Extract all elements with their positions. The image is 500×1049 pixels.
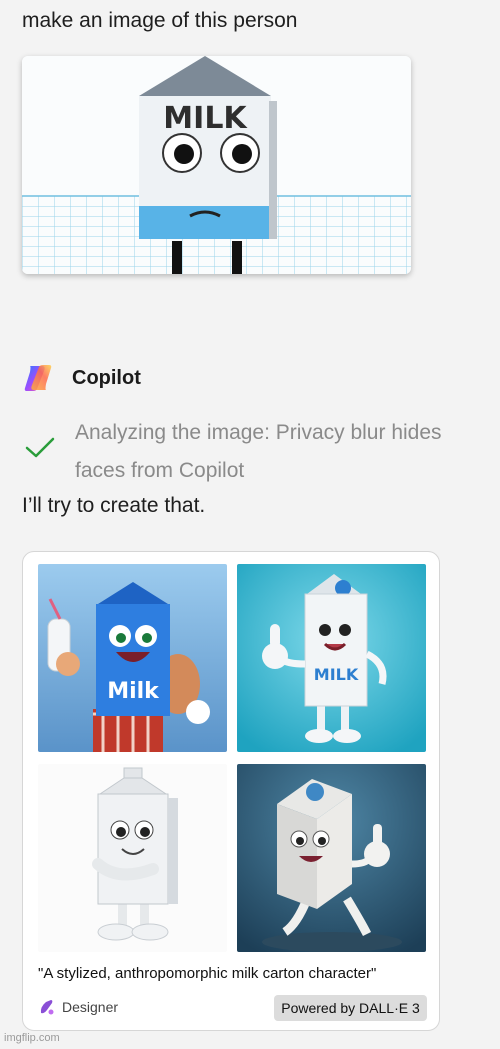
designer-icon bbox=[40, 1000, 54, 1015]
checkmark-icon bbox=[25, 437, 55, 458]
assistant-name: Copilot bbox=[72, 366, 141, 389]
analysis-status: Analyzing the image: Privacy blur hides … bbox=[22, 414, 482, 490]
milk-carton-picture-1: Milk bbox=[38, 564, 227, 752]
uploaded-image[interactable]: MILK bbox=[22, 56, 411, 274]
milk-carton-picture-4 bbox=[237, 764, 426, 952]
milk-carton-picture-3 bbox=[38, 764, 227, 952]
copilot-logo-icon bbox=[24, 365, 52, 391]
designer-link[interactable]: Designer bbox=[38, 998, 118, 1016]
assistant-reply: I’ll try to create that. bbox=[22, 494, 206, 517]
generated-image-1[interactable]: Milk bbox=[38, 564, 227, 752]
uploaded-carton-label: MILK bbox=[163, 101, 248, 136]
tile-2-label: MILK bbox=[314, 665, 359, 684]
designer-label: Designer bbox=[62, 999, 119, 1015]
tile-1-label: Milk bbox=[107, 679, 160, 704]
image-caption: "A stylized, anthropomorphic milk carton… bbox=[38, 965, 377, 982]
user-prompt: make an image of this person bbox=[22, 9, 298, 32]
analysis-status-text: Analyzing the image: Privacy blur hides … bbox=[75, 421, 442, 482]
milk-carton-picture-2: MILK bbox=[237, 564, 426, 752]
generated-image-3[interactable] bbox=[38, 764, 227, 952]
generated-image-4[interactable] bbox=[237, 764, 426, 952]
generated-image-2[interactable]: MILK bbox=[237, 564, 426, 752]
image-result-card: Milk MILK "A stylized, anthropomorphic m… bbox=[22, 551, 440, 1031]
powered-by-dalle-badge[interactable]: Powered by DALL·E 3 bbox=[274, 995, 427, 1021]
imgflip-watermark: imgflip.com bbox=[4, 1032, 60, 1044]
uploaded-milk-carton-picture: MILK bbox=[22, 56, 411, 274]
assistant-header: Copilot bbox=[22, 362, 141, 394]
